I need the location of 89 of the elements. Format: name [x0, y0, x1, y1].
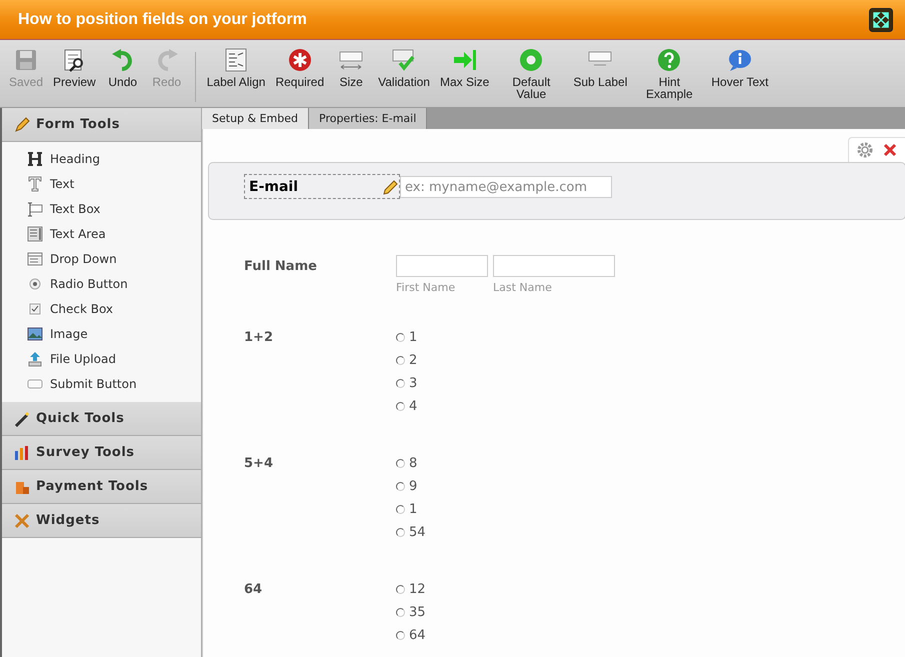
arrow-to-bar-icon: [452, 48, 478, 72]
text-area-icon: [27, 226, 43, 242]
sidebar-section-header[interactable]: Widgets: [2, 504, 201, 538]
tool-item[interactable]: Text Area: [27, 221, 201, 246]
radio-button-icon[interactable]: [396, 356, 405, 365]
sidebar-section-header[interactable]: Survey Tools: [2, 436, 201, 470]
name-input-field[interactable]: [493, 255, 615, 277]
form-field[interactable]: 5+4 8 9 1 54: [208, 439, 905, 557]
toolbar-button[interactable]: Sub Label: [568, 48, 632, 88]
sub-label: Last Name: [493, 281, 553, 294]
radio-option[interactable]: 64: [396, 624, 426, 647]
tool-item[interactable]: Text: [27, 171, 201, 196]
tab[interactable]: Setup & Embed: [202, 108, 309, 129]
radio-option[interactable]: 35: [396, 601, 426, 624]
tool-item[interactable]: Image: [27, 321, 201, 346]
circle-icon: [518, 48, 544, 72]
toolbar-button[interactable]: Required: [270, 48, 330, 88]
radio-button-icon[interactable]: [396, 402, 405, 411]
radio-button-icon[interactable]: [396, 631, 405, 640]
radio-button-icon[interactable]: [396, 528, 405, 537]
tool-item[interactable]: Text Box: [27, 196, 201, 221]
toolbar-button[interactable]: Label Align: [202, 48, 270, 88]
heading-icon: [27, 150, 43, 166]
sidebar-section-header[interactable]: Payment Tools: [2, 470, 201, 504]
tab[interactable]: Properties: E-mail: [309, 108, 428, 129]
email-input-field[interactable]: ex: myname@example.com: [400, 176, 612, 198]
form-field[interactable]: E-mail ex: myname@example.com: [208, 162, 905, 220]
radio-option[interactable]: 54: [396, 521, 426, 544]
field-label: Full Name: [244, 258, 318, 276]
tool-item[interactable]: File Upload: [27, 346, 201, 371]
text-box-icon: [27, 200, 43, 216]
radio-option[interactable]: 3: [396, 372, 418, 395]
radio-button-icon[interactable]: [396, 482, 405, 491]
form-field[interactable]: 64 12 35 64: [208, 565, 905, 657]
checkbox-icon: [27, 300, 43, 316]
toolbar-button[interactable]: Hover Text: [706, 48, 774, 88]
toolbar-button[interactable]: Validation: [373, 48, 435, 88]
radio-button-icon[interactable]: [396, 459, 405, 468]
settings-icon[interactable]: [857, 142, 873, 158]
radio-button-icon[interactable]: [396, 379, 405, 388]
toolbar-button[interactable]: Max Size: [434, 48, 494, 88]
sidebar-section-header[interactable]: Form Tools: [2, 108, 201, 142]
question-icon: [656, 48, 682, 72]
name-input-field[interactable]: [396, 255, 488, 277]
upload-icon: [27, 350, 43, 366]
pencil-icon[interactable]: [383, 178, 399, 194]
tool-item[interactable]: Heading: [27, 146, 201, 171]
toolbar-button[interactable]: Hint Example: [632, 48, 706, 100]
bar-chart-icon: [14, 444, 30, 460]
tool-item[interactable]: Radio Button: [27, 271, 201, 296]
radio-option[interactable]: 4: [396, 395, 418, 418]
pencil-icon: [14, 116, 30, 132]
radio-button-icon[interactable]: [396, 608, 405, 617]
tool-item[interactable]: Submit Button: [27, 371, 201, 396]
tool-item[interactable]: Check Box: [27, 296, 201, 321]
asterisk-icon: [286, 48, 313, 72]
toolbar-button[interactable]: Size: [329, 48, 374, 88]
radio-option[interactable]: 2: [396, 349, 418, 372]
form-field[interactable]: Full Name First Name Last Name: [208, 242, 905, 307]
tools-icon: [14, 512, 30, 528]
maximize-icon[interactable]: [869, 8, 893, 32]
radio-icon: [27, 276, 43, 292]
sidebar-section-header[interactable]: Quick Tools: [2, 402, 201, 436]
image-icon: [27, 326, 43, 342]
align-lines-icon: [223, 48, 250, 72]
radio-option[interactable]: 12: [396, 578, 426, 601]
text-icon: [27, 176, 43, 192]
radio-option[interactable]: 9: [396, 475, 426, 498]
radio-option[interactable]: 1: [396, 326, 418, 349]
radio-button-icon[interactable]: [396, 505, 405, 514]
radio-option[interactable]: 1: [396, 498, 426, 521]
toolbar-button[interactable]: Preview: [48, 48, 101, 88]
drop-down-icon: [27, 250, 43, 266]
info-bubble-icon: [726, 48, 753, 72]
radio-button-icon[interactable]: [396, 585, 405, 594]
field-label: 1+2: [244, 329, 274, 347]
toolbar-button[interactable]: Undo: [100, 48, 145, 88]
field-label: 64: [244, 581, 264, 599]
toolbar-button[interactable]: Default Value: [494, 48, 568, 100]
radio-option[interactable]: 8: [396, 452, 426, 475]
field-label: 5+4: [244, 455, 274, 473]
close-icon[interactable]: [883, 143, 897, 157]
radio-button-icon[interactable]: [396, 333, 405, 342]
form-field[interactable]: 1+2 1 2 3 4: [208, 313, 905, 431]
field-label[interactable]: E-mail: [244, 174, 400, 199]
wand-icon: [14, 410, 30, 426]
tool-item[interactable]: Drop Down: [27, 246, 201, 271]
window-title: How to position fields on your jotform: [18, 10, 307, 28]
sub-label: First Name: [396, 281, 456, 294]
